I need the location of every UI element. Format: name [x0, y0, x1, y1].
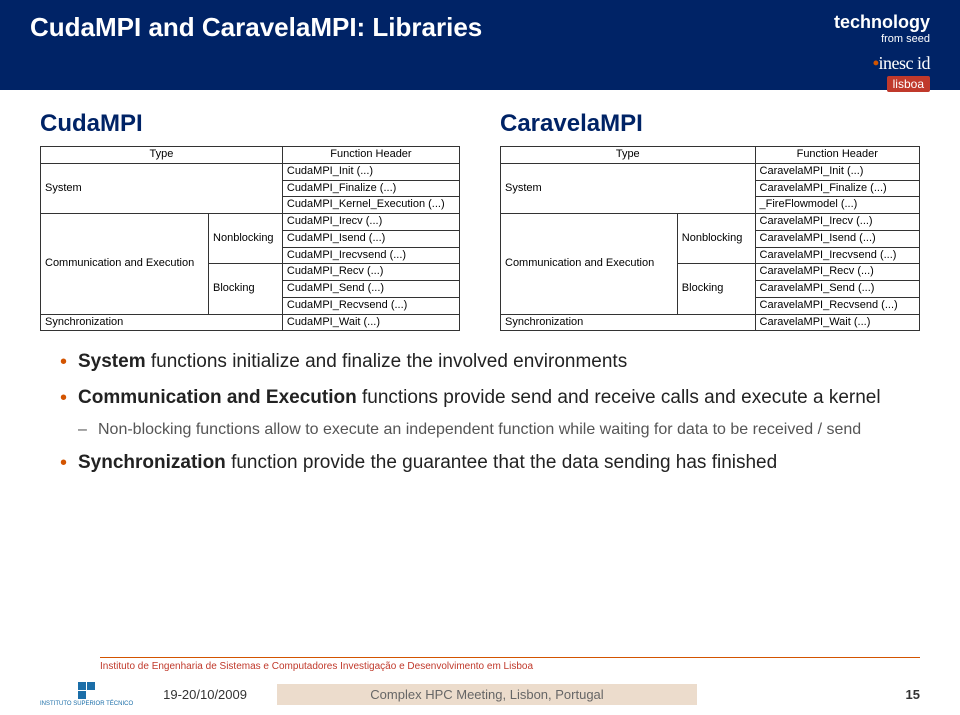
institution-line: Instituto de Engenharia de Sistemas e Co…	[100, 657, 920, 672]
fn-cell: CudaMPI_Finalize (...)	[282, 180, 459, 197]
ist-logo: INSTITUTO SUPERIOR TÉCNICO	[40, 682, 133, 707]
caravelampi-table: Type Function Header System CaravelaMPI_…	[500, 146, 920, 331]
row-commexec: Communication and Execution	[41, 214, 209, 315]
logo-text: inesc id	[879, 53, 931, 73]
fn-cell: CaravelaMPI_Send (...)	[755, 281, 919, 298]
fn-cell: CudaMPI_Kernel_Execution (...)	[282, 197, 459, 214]
bullet-bold: System	[78, 351, 146, 372]
inesc-logo: •inesc id lisboa	[873, 53, 930, 93]
logo-subtext: lisboa	[887, 76, 930, 92]
fn-cell: CaravelaMPI_Recvsend (...)	[755, 297, 919, 314]
fn-cell: CaravelaMPI_Isend (...)	[755, 230, 919, 247]
th-fn: Function Header	[755, 147, 919, 164]
th-type: Type	[41, 147, 283, 164]
row-sync: Synchronization	[41, 314, 283, 331]
slide-title: CudaMPI and CaravelaMPI: Libraries	[30, 12, 482, 43]
slide-content: CudaMPI Type Function Header System Cuda…	[0, 90, 960, 476]
sub-bullet-list: Non-blocking functions allow to execute …	[78, 419, 920, 441]
row-system: System	[41, 163, 283, 213]
fn-cell: CudaMPI_Recv (...)	[282, 264, 459, 281]
bullet-bold: Communication and Execution	[78, 387, 357, 408]
fn-cell: _FireFlowmodel (...)	[755, 197, 919, 214]
caravelampi-title: CaravelaMPI	[500, 110, 920, 138]
th-type: Type	[501, 147, 756, 164]
row-nonblocking: Nonblocking	[677, 214, 755, 264]
row-system: System	[501, 163, 756, 213]
fn-cell: CudaMPI_Isend (...)	[282, 230, 459, 247]
bullet-sync: Synchronization function provide the gua…	[60, 450, 920, 476]
fn-cell: CudaMPI_Wait (...)	[282, 314, 459, 331]
fn-cell: CaravelaMPI_Wait (...)	[755, 314, 919, 331]
row-sync: Synchronization	[501, 314, 756, 331]
row-nonblocking: Nonblocking	[209, 214, 283, 264]
slide-footer: Instituto de Engenharia de Sistemas e Co…	[0, 657, 960, 715]
bullet-bold: Synchronization	[78, 452, 226, 473]
fn-cell: CaravelaMPI_Recv (...)	[755, 264, 919, 281]
footer-date: 19-20/10/2009	[163, 687, 247, 702]
bullet-text: function provide the guarantee that the …	[226, 452, 777, 473]
bullet-system: System functions initialize and finalize…	[60, 349, 920, 375]
bullet-text: functions provide send and receive calls…	[357, 387, 881, 408]
cudampi-table: Type Function Header System CudaMPI_Init…	[40, 146, 460, 331]
footer-meeting: Complex HPC Meeting, Lisbon, Portugal	[277, 684, 697, 705]
fn-cell: CaravelaMPI_Irecvsend (...)	[755, 247, 919, 264]
fn-cell: CaravelaMPI_Finalize (...)	[755, 180, 919, 197]
fn-cell: CudaMPI_Recvsend (...)	[282, 297, 459, 314]
bullet-commexec: Communication and Execution functions pr…	[60, 385, 920, 440]
technology-label: technology	[834, 12, 930, 33]
fn-cell: CaravelaMPI_Init (...)	[755, 163, 919, 180]
sub-bullet: Non-blocking functions allow to execute …	[78, 419, 920, 441]
slide-header: CudaMPI and CaravelaMPI: Libraries techn…	[0, 0, 960, 90]
cudampi-column: CudaMPI Type Function Header System Cuda…	[40, 110, 460, 331]
row-blocking: Blocking	[677, 264, 755, 314]
bullet-list: System functions initialize and finalize…	[40, 349, 920, 476]
fn-cell: CudaMPI_Init (...)	[282, 163, 459, 180]
technology-sub: from seed	[881, 33, 930, 45]
cudampi-title: CudaMPI	[40, 110, 460, 138]
fn-cell: CudaMPI_Send (...)	[282, 281, 459, 298]
footer-page-number: 15	[906, 687, 920, 702]
ist-logo-text: INSTITUTO SUPERIOR TÉCNICO	[40, 701, 133, 707]
th-fn: Function Header	[282, 147, 459, 164]
row-blocking: Blocking	[209, 264, 283, 314]
fn-cell: CudaMPI_Irecv (...)	[282, 214, 459, 231]
caravelampi-column: CaravelaMPI Type Function Header System …	[500, 110, 920, 331]
fn-cell: CudaMPI_Irecvsend (...)	[282, 247, 459, 264]
header-right: technology from seed •inesc id lisboa	[834, 12, 930, 93]
tables-row: CudaMPI Type Function Header System Cuda…	[40, 110, 920, 331]
bullet-text: functions initialize and finalize the in…	[146, 351, 628, 372]
fn-cell: CaravelaMPI_Irecv (...)	[755, 214, 919, 231]
row-commexec: Communication and Execution	[501, 214, 678, 315]
